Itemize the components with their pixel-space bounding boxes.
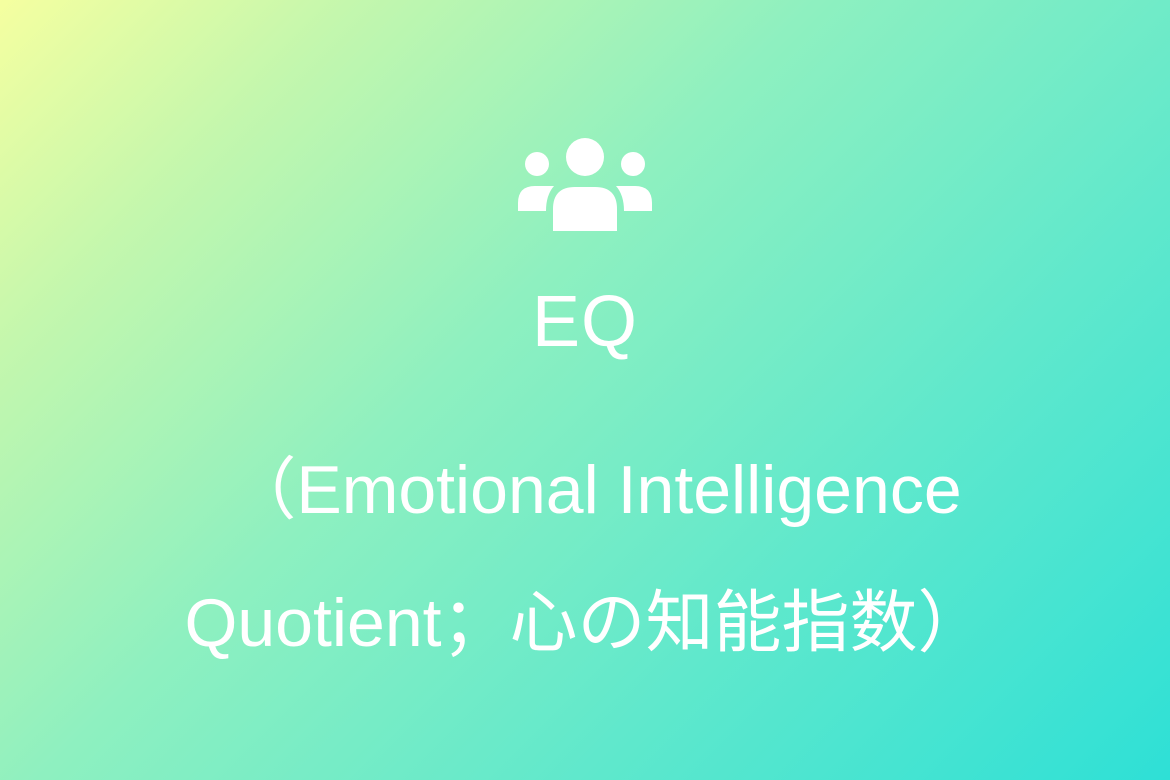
subtitle-line-1: （Emotional Intelligence	[228, 452, 962, 528]
subtitle-line-2: Quotient；心の知能指数）	[184, 585, 986, 661]
page-title: EQ	[531, 282, 639, 362]
users-group-icon	[518, 137, 652, 231]
eq-title-card: EQ （Emotional Intelligence Quotient；心の知能…	[0, 0, 1170, 780]
